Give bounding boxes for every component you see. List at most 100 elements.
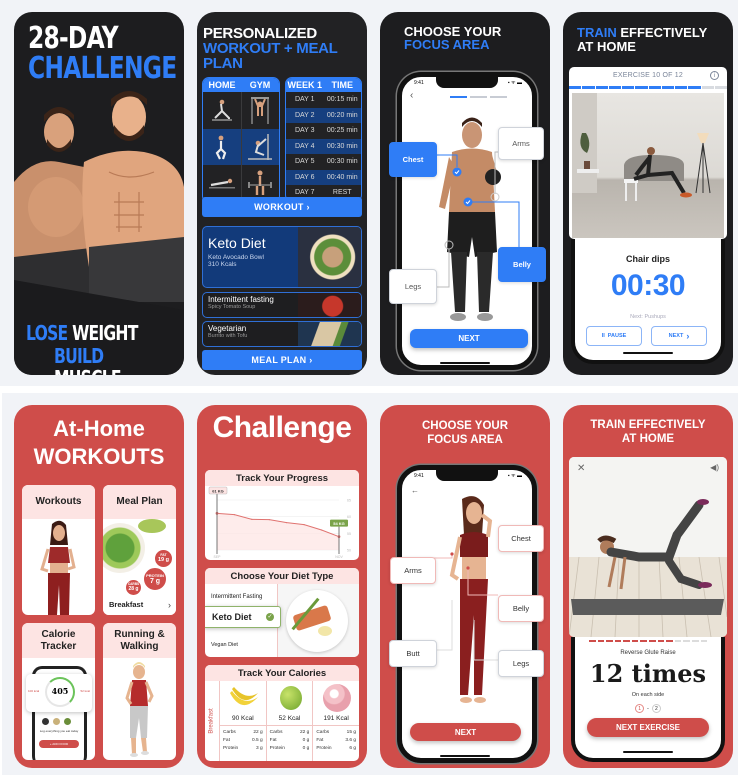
focus-area-legs[interactable]: Legs <box>498 650 544 677</box>
diet-card-keto[interactable]: Keto Diet Keto Avocado Bowl 310 Kcals <box>202 226 362 288</box>
panel-header: Track Your Calories <box>205 665 359 681</box>
x-tick-label: SEP <box>213 555 221 559</box>
header-week: WEEK 1 <box>287 80 322 90</box>
banana-image <box>230 687 258 706</box>
tagline-lose: LOSE <box>26 321 68 345</box>
speaker-icon[interactable]: ◀) <box>710 463 719 472</box>
schedule-day: DAY 7 <box>294 189 315 197</box>
progress-segment-pending <box>714 86 727 89</box>
chair-dips-video[interactable] <box>572 93 724 238</box>
focus-area-arms[interactable]: Arms <box>390 557 436 584</box>
set-separator: - <box>647 705 649 712</box>
schedule-day: DAY 6 <box>294 173 315 181</box>
schedule-day: DAY 1 <box>294 96 315 104</box>
diet-subtitle: Keto Avocado Bowl <box>208 254 264 261</box>
lose-weight-tagline: LOSE WEIGHT <box>26 322 138 344</box>
diet-option-vegan[interactable]: Vegan Diet <box>211 642 238 648</box>
focus-connector-lines <box>427 151 520 288</box>
title-line-1: 28-DAY <box>28 21 119 56</box>
info-icon[interactable]: i <box>710 71 719 80</box>
progress-segment-done <box>608 86 621 89</box>
focus-area-butt[interactable]: Butt <box>389 640 437 667</box>
diet-option-intermittent-fasting[interactable]: Intermittent Fasting <box>211 594 262 600</box>
schedule-time: 00:25 min <box>326 127 358 135</box>
focus-area-legs[interactable]: Legs <box>389 269 437 304</box>
diet-subtitle: Burrito with Tofu <box>208 333 248 339</box>
tile-label: Running & Walking <box>103 623 176 658</box>
pause-button[interactable]: II PAUSE <box>586 326 642 346</box>
food-icons <box>42 718 71 725</box>
macro-fat-badge: FAT 19 g <box>154 549 173 568</box>
calorie-grid: 90 Kcal Carbs 22 g Fat 0.5 g Protein 3 g 52… <box>219 681 359 761</box>
progress-segment-pending <box>701 86 714 89</box>
promo-card-personalized-plan: PERSONALIZED WORKOUT + MEAL PLAN HOME GY… <box>197 12 367 375</box>
calorie-value: 405 <box>51 686 69 696</box>
calories-consumed: 100 kcal <box>28 689 40 693</box>
progress-segment-done <box>622 86 635 89</box>
diet-option-keto-selected[interactable]: Keto Diet ✓ <box>205 606 281 628</box>
diet-option-label: Keto Diet <box>212 612 252 622</box>
apple-image <box>279 686 302 710</box>
next-exercise-label: Next: Pushups <box>630 314 666 320</box>
progress-segment-done <box>595 86 608 89</box>
schedule-day: DAY 4 <box>294 142 315 150</box>
countdown-timer: 00:30 <box>610 269 686 302</box>
schedule-row: DAY 1 00:15 min <box>286 92 361 108</box>
y-tick-label: 65 <box>347 499 351 503</box>
focus-area-chest[interactable]: Chest <box>389 142 437 177</box>
diet-card-intermittent-fasting[interactable]: Intermittent fasting Spicy Tomato Soup <box>202 292 362 318</box>
progress-segment-pending <box>700 640 708 642</box>
exercise-name: Reverse Glute Raise <box>620 650 676 656</box>
salmon-plate-image <box>277 584 359 657</box>
progress-segment-done <box>597 640 605 642</box>
set-current: 1 <box>635 704 645 713</box>
add-food-button[interactable]: + ADD FOOD <box>39 740 79 748</box>
close-icon[interactable]: ✕ <box>577 463 585 474</box>
progress-segment-done <box>648 86 661 89</box>
next-button[interactable]: NEXT <box>410 723 521 741</box>
tile-meal-plan[interactable]: Meal Plan FAT 19 g PROTEIN 7 g CARBS 28 g B… <box>103 485 176 615</box>
next-exercise-button[interactable]: NEXT EXERCISE <box>587 718 709 737</box>
phone-mockup: 9:41 ▪ ᯤ ▬ ‹ <box>397 72 537 370</box>
header-time: TIME <box>331 80 354 90</box>
focus-area-arms[interactable]: Arms <box>498 127 544 160</box>
title-line-2: FOCUS AREA <box>427 434 503 446</box>
chevron-right-icon[interactable]: › <box>168 600 171 610</box>
schedule-row: DAY 6 00:40 min <box>286 169 361 185</box>
food-kcal: 191 Kcal <box>323 715 349 722</box>
nutrition-table: Carbs 15 g Fat 3.6 g Protein 6 g <box>313 725 359 754</box>
tile-calorie-tracker[interactable]: Calorie Tracker 405 100 kcal 52 kcal Log… <box>22 623 95 760</box>
focus-area-belly[interactable]: Belly <box>498 247 546 282</box>
x-tick-label: NOV <box>335 555 343 559</box>
calories-burned: 52 kcal <box>80 689 90 693</box>
tofu-burrito-image <box>298 322 361 346</box>
nutrition-table: Carbs 22 g Fat 0.5 g Protein 3 g <box>220 725 266 754</box>
title-line-2: WORKOUT + MEAL PLAN <box>203 40 338 72</box>
train-title: TRAIN EFFECTIVELY AT HOME <box>563 418 733 446</box>
nutrition-table: Carbs 22 g Fat 0 g Protein 0 g <box>266 725 313 754</box>
workout-button[interactable]: WORKOUT › <box>202 197 362 217</box>
next-label: NEXT <box>668 333 684 339</box>
exercise-video-panel: EXERCISE 10 OF 12 i <box>569 67 727 239</box>
title-at-home: AT HOME <box>577 39 636 54</box>
diet-card-vegetarian[interactable]: Vegetarian Burrito with Tofu <box>202 321 362 347</box>
title-line-2: CHALLENGE <box>28 51 177 86</box>
exercise-video-panel[interactable]: ✕ ◀) <box>569 457 727 637</box>
promo-card-challenge: Challenge Track Your Progress 50 55 60 65 61… <box>197 405 367 768</box>
focus-area-belly[interactable]: Belly <box>498 595 544 622</box>
panel-header: Track Your Progress <box>205 470 359 486</box>
glute-raise-scene <box>569 457 727 637</box>
belly-check-icon <box>463 197 473 207</box>
title-line-2: FOCUS AREA <box>404 37 490 52</box>
next-button[interactable]: NEXT <box>410 329 528 348</box>
diet-title: Intermittent fasting <box>208 295 274 304</box>
tile-running-walking[interactable]: Running & Walking <box>103 623 176 760</box>
home-indicator <box>623 352 673 354</box>
meal-plan-button[interactable]: MEAL PLAN › <box>202 350 362 370</box>
next-button[interactable]: NEXT › <box>651 326 707 346</box>
pullup-exercise-icon <box>242 92 280 129</box>
focus-area-chest[interactable]: Chest <box>498 525 544 552</box>
title-effectively: EFFECTIVELY <box>620 25 708 40</box>
yogurt-bowl-image <box>323 684 352 712</box>
tile-workouts[interactable]: Workouts <box>22 485 95 615</box>
